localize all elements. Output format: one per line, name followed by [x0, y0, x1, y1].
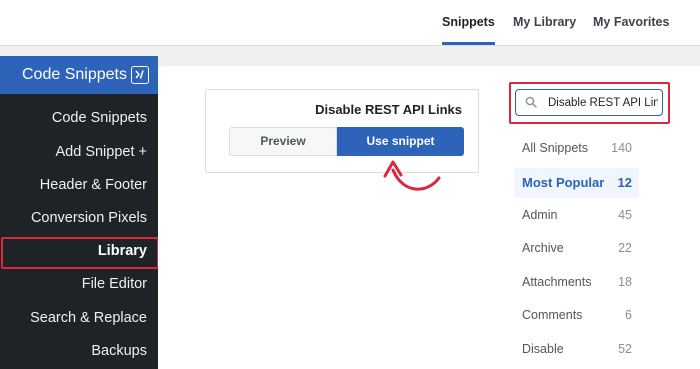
search-input[interactable]	[515, 89, 663, 116]
library-highlight-box	[1, 237, 159, 269]
tab-snippets[interactable]: Snippets	[442, 15, 495, 45]
sidebar-item-header-footer[interactable]: Header & Footer	[40, 177, 147, 193]
sidebar-item-file-editor[interactable]: File Editor	[82, 276, 147, 292]
sidebar-header[interactable]: Code Snippets	[0, 56, 158, 94]
tab-my-favorites[interactable]: My Favorites	[593, 15, 669, 29]
category-name: Most Popular	[522, 175, 605, 190]
sidebar-item-backups[interactable]: Backups	[91, 343, 147, 359]
category-disable[interactable]: Disable 52	[514, 335, 639, 365]
sidebar-item-add-snippet[interactable]: Add Snippet +	[55, 144, 147, 160]
sidebar-header-title: Code Snippets	[22, 66, 127, 83]
category-all-snippets[interactable]: All Snippets 140	[514, 134, 639, 164]
category-count: 12	[617, 175, 632, 190]
search-icon	[525, 96, 537, 108]
sidebar-item-code-snippets[interactable]: Code Snippets	[52, 110, 147, 126]
preview-button[interactable]: Preview	[229, 127, 337, 156]
code-snippets-logo-icon	[131, 66, 149, 84]
category-attachments[interactable]: Attachments 18	[514, 268, 639, 298]
category-count: 140	[611, 141, 632, 155]
category-name: Disable	[522, 342, 564, 356]
category-name: Attachments	[522, 275, 592, 289]
curved-arrow-icon	[383, 160, 441, 191]
category-comments[interactable]: Comments 6	[514, 301, 639, 331]
top-navigation: Snippets My Library My Favorites	[0, 0, 700, 46]
category-name: Archive	[522, 241, 564, 255]
category-admin[interactable]: Admin 45	[514, 201, 639, 231]
snippet-card-title: Disable REST API Links	[315, 102, 462, 117]
tab-my-library[interactable]: My Library	[513, 15, 576, 29]
category-name: Admin	[522, 208, 558, 222]
category-count: 18	[618, 275, 632, 289]
sidebar-item-conversion-pixels[interactable]: Conversion Pixels	[31, 210, 147, 226]
category-count: 6	[625, 308, 632, 322]
category-count: 22	[618, 241, 632, 255]
category-archive[interactable]: Archive 22	[514, 234, 639, 264]
category-name: Comments	[522, 308, 583, 322]
category-name: All Snippets	[522, 141, 589, 155]
category-most-popular[interactable]: Most Popular 12	[514, 168, 639, 198]
category-count: 52	[618, 342, 632, 356]
admin-sidebar: Code Snippets Code Snippets Add Snippet …	[0, 56, 158, 369]
category-count: 45	[618, 208, 632, 222]
sidebar-item-search-replace[interactable]: Search & Replace	[30, 310, 147, 326]
